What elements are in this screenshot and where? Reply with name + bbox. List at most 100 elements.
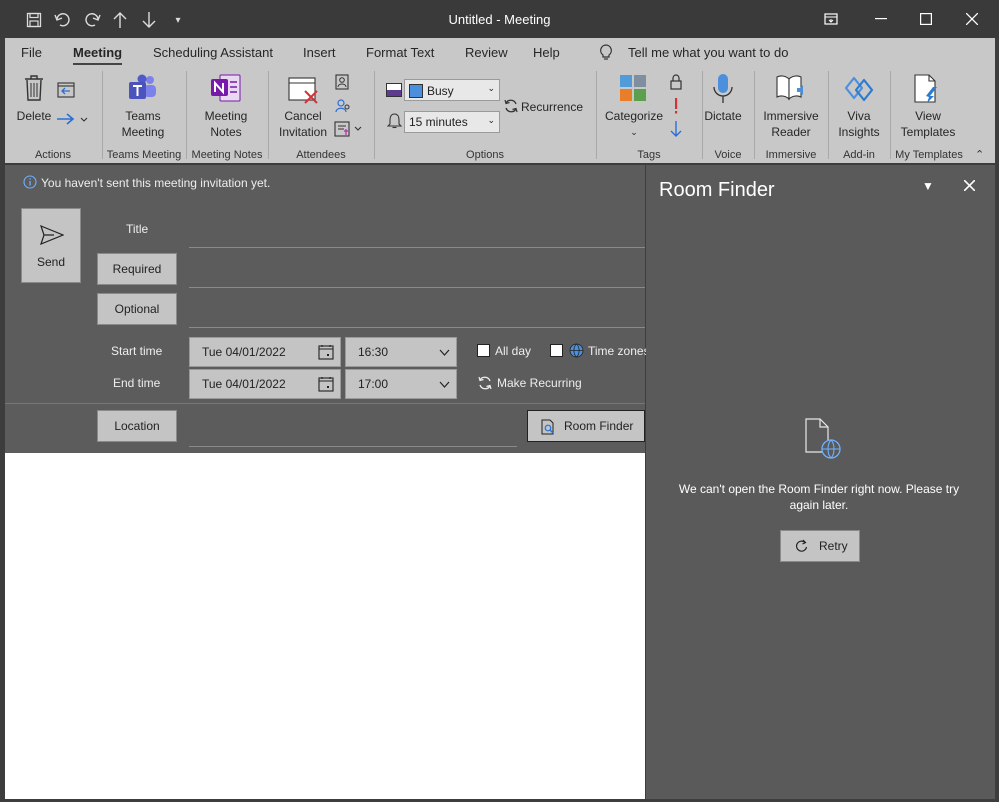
document-globe-icon bbox=[804, 418, 842, 463]
all-day-checkbox[interactable] bbox=[477, 344, 490, 357]
group-meeting-notes-label: Meeting Notes bbox=[191, 149, 263, 161]
end-time-label: End time bbox=[113, 376, 161, 390]
menu-file[interactable]: File bbox=[21, 45, 42, 60]
room-finder-button[interactable]: Room Finder bbox=[527, 410, 645, 442]
teams-meeting-button[interactable]: Teams Meeting bbox=[107, 108, 179, 140]
end-time-dropdown[interactable]: 17:00 bbox=[345, 369, 457, 399]
viva-insights-icon bbox=[844, 74, 874, 107]
minimize-icon[interactable] bbox=[858, 4, 904, 34]
collapse-ribbon-icon[interactable]: ⌃ bbox=[975, 148, 984, 161]
check-names-icon[interactable] bbox=[335, 98, 351, 117]
menu-meeting[interactable]: Meeting bbox=[73, 45, 123, 65]
delete-button[interactable]: Delete bbox=[13, 108, 55, 124]
forward-arrow-icon[interactable] bbox=[55, 112, 89, 129]
ribbon-separator bbox=[268, 71, 269, 159]
cancel-invitation-button[interactable]: Cancel Invitation bbox=[273, 108, 333, 140]
title-input[interactable] bbox=[189, 213, 645, 248]
calendar-picker-icon[interactable] bbox=[318, 376, 334, 395]
show-as-dropdown[interactable]: Busy ⌄ bbox=[404, 79, 500, 101]
title-label: Title bbox=[126, 222, 149, 236]
ribbon-separator bbox=[828, 71, 829, 159]
ribbon-separator bbox=[754, 71, 755, 159]
room-finder-icon bbox=[540, 419, 556, 438]
location-input[interactable] bbox=[189, 410, 517, 447]
low-importance-icon[interactable] bbox=[669, 120, 683, 141]
group-options-label: Options bbox=[466, 149, 504, 161]
reminder-dropdown[interactable]: 15 minutes ⌄ bbox=[404, 111, 500, 133]
make-recurring-button[interactable]: Make Recurring bbox=[497, 376, 582, 390]
menu-scheduling-assistant[interactable]: Scheduling Assistant bbox=[153, 45, 273, 60]
immersive-reader-button[interactable]: Immersive Reader bbox=[757, 108, 825, 140]
info-message: You haven't sent this meeting invitation… bbox=[41, 176, 271, 190]
info-icon bbox=[23, 175, 37, 192]
view-templates-icon bbox=[913, 74, 941, 107]
ribbon-display-options-icon[interactable] bbox=[808, 4, 854, 34]
retry-label: Retry bbox=[819, 539, 848, 553]
calendar-picker-icon[interactable] bbox=[318, 344, 334, 363]
high-importance-icon[interactable] bbox=[672, 97, 680, 118]
address-book-icon[interactable] bbox=[335, 74, 349, 93]
categorize-icon bbox=[619, 74, 647, 105]
busy-color-swatch bbox=[409, 83, 423, 98]
menu-bar: File Meeting Scheduling Assistant Insert… bbox=[5, 38, 995, 66]
ribbon-separator bbox=[890, 71, 891, 159]
view-templates-button[interactable]: View Templates bbox=[894, 108, 962, 140]
refresh-icon bbox=[794, 539, 809, 557]
chevron-down-icon bbox=[439, 377, 450, 391]
start-time-dropdown[interactable]: 16:30 bbox=[345, 337, 457, 367]
send-label: Send bbox=[36, 255, 66, 269]
lightbulb-icon bbox=[599, 44, 613, 64]
menu-help[interactable]: Help bbox=[533, 45, 560, 60]
make-recurring-icon[interactable] bbox=[477, 375, 493, 394]
viva-insights-button[interactable]: Viva Insights bbox=[831, 108, 887, 140]
end-date-input[interactable]: Tue 04/01/2022 bbox=[189, 369, 341, 399]
immersive-reader-icon bbox=[775, 74, 807, 105]
group-attendees-label: Attendees bbox=[296, 149, 346, 161]
delete-icon bbox=[23, 74, 45, 105]
send-button[interactable]: Send bbox=[21, 208, 81, 283]
close-window-icon[interactable] bbox=[949, 4, 995, 34]
recurrence-icon bbox=[503, 98, 519, 117]
private-lock-icon[interactable] bbox=[669, 74, 683, 93]
calendar-forward-icon[interactable] bbox=[57, 81, 75, 101]
send-icon bbox=[40, 224, 65, 248]
message-body-editor[interactable] bbox=[5, 453, 645, 799]
time-zones-label: Time zones bbox=[588, 344, 650, 358]
room-finder-error-message: We can't open the Room Finder right now.… bbox=[678, 482, 960, 512]
optional-attendees-input[interactable] bbox=[189, 293, 645, 328]
onenote-icon bbox=[210, 74, 242, 105]
group-teams-meeting-label: Teams Meeting bbox=[106, 149, 182, 161]
ribbon-separator bbox=[596, 71, 597, 159]
required-attendees-button[interactable]: Required bbox=[97, 253, 177, 285]
all-day-label: All day bbox=[495, 344, 532, 358]
optional-attendees-button[interactable]: Optional bbox=[97, 293, 177, 325]
chevron-down-icon bbox=[439, 345, 450, 359]
room-finder-title: Room Finder bbox=[659, 179, 775, 201]
tell-me-search[interactable]: Tell me what you want to do bbox=[628, 45, 788, 60]
microphone-icon bbox=[712, 73, 734, 108]
group-immersive-label: Immersive bbox=[765, 149, 817, 161]
response-options-icon[interactable] bbox=[334, 121, 366, 140]
menu-review[interactable]: Review bbox=[465, 45, 508, 60]
categorize-button[interactable]: Categorize ⌄ bbox=[603, 108, 665, 140]
start-time-label: Start time bbox=[111, 344, 163, 358]
start-date-input[interactable]: Tue 04/01/2022 bbox=[189, 337, 341, 367]
meeting-notes-button[interactable]: Meeting Notes bbox=[191, 108, 261, 140]
required-attendees-input[interactable] bbox=[189, 253, 645, 288]
group-my-templates-label: My Templates bbox=[895, 149, 963, 161]
chevron-down-icon: ⌄ bbox=[487, 115, 495, 125]
time-zones-checkbox[interactable] bbox=[550, 344, 563, 357]
retry-button[interactable]: Retry bbox=[780, 530, 860, 562]
cancel-invitation-icon bbox=[288, 75, 320, 108]
divider bbox=[5, 403, 645, 404]
close-pane-icon[interactable] bbox=[963, 179, 976, 194]
menu-insert[interactable]: Insert bbox=[303, 45, 336, 60]
menu-format-text[interactable]: Format Text bbox=[366, 45, 434, 60]
pane-options-chevron-icon[interactable]: ▼ bbox=[922, 179, 934, 193]
globe-icon bbox=[569, 343, 584, 361]
title-bar: ▾ Untitled - Meeting bbox=[0, 0, 999, 38]
location-button[interactable]: Location bbox=[97, 410, 177, 442]
recurrence-button[interactable]: Recurrence bbox=[521, 99, 583, 115]
maximize-icon[interactable] bbox=[903, 4, 949, 34]
dictate-button[interactable]: Dictate bbox=[702, 108, 744, 124]
